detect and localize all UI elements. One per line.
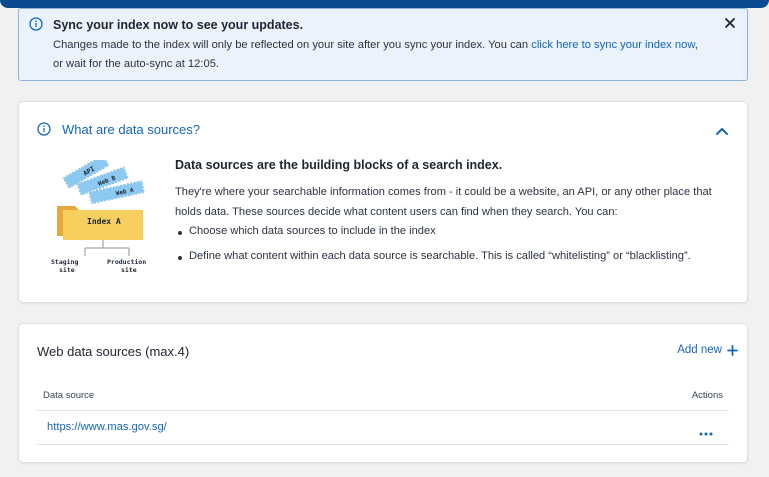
illustration-staging-line1: Staging (51, 258, 78, 266)
column-header-actions: Actions (691, 390, 723, 401)
illustration-connector (84, 240, 130, 256)
illustration-production-label: Production site (107, 258, 150, 274)
web-data-sources-title: Web data sources (max.4) (37, 344, 190, 359)
accordion-toggle-title[interactable]: What are data sources? (62, 122, 200, 137)
info-icon (29, 17, 43, 36)
close-icon[interactable] (723, 16, 737, 30)
list-item: Define what content within each data sou… (178, 250, 691, 262)
plus-icon (727, 345, 738, 359)
more-horizontal-icon[interactable] (699, 423, 713, 441)
column-header-data-source: Data source (43, 390, 95, 401)
data-sources-description: They're where your searchable informatio… (175, 186, 712, 218)
sync-notification-banner: Sync your index now to see your updates.… (18, 8, 748, 81)
illustration-staging-line2: site (59, 266, 75, 274)
sync-index-link[interactable]: click here to sync your index now (531, 39, 695, 51)
banner-message: Changes made to the index will only be r… (53, 39, 698, 51)
data-sources-heading: Data sources are the building blocks of … (175, 158, 503, 172)
illustration-production-line2: site (121, 266, 137, 274)
illustration-folder-label: Index A (87, 217, 121, 226)
table-divider (37, 444, 729, 445)
list-item: Choose which data sources to include in … (178, 225, 436, 237)
info-icon (37, 122, 51, 141)
banner-auto-sync-text: or wait for the auto-sync at 12:05. (53, 58, 220, 70)
banner-message-text: Changes made to the index will only be r… (53, 39, 532, 51)
add-new-button[interactable]: Add new (677, 344, 738, 356)
illustration-staging-label: Staging site (51, 258, 82, 274)
add-new-label: Add new (677, 344, 722, 356)
data-sources-info-card: What are data sources? API Web B Web A I… (18, 101, 748, 303)
banner-message-comma: , (694, 39, 698, 51)
web-data-sources-card: Web data sources (max.4) Add new Data so… (18, 323, 748, 463)
illustration-folder: Index A (57, 206, 143, 240)
chevron-up-icon[interactable] (715, 123, 729, 141)
table-divider (37, 410, 729, 411)
data-source-link[interactable]: https://www.mas.gov.sg/ (47, 421, 167, 433)
data-sources-illustration: API Web B Web A Index A Staging site Pro… (47, 154, 159, 287)
banner-title: Sync your index now to see your updates. (53, 18, 304, 32)
illustration-production-line1: Production (107, 258, 146, 266)
app-top-bar (0, 0, 769, 8)
